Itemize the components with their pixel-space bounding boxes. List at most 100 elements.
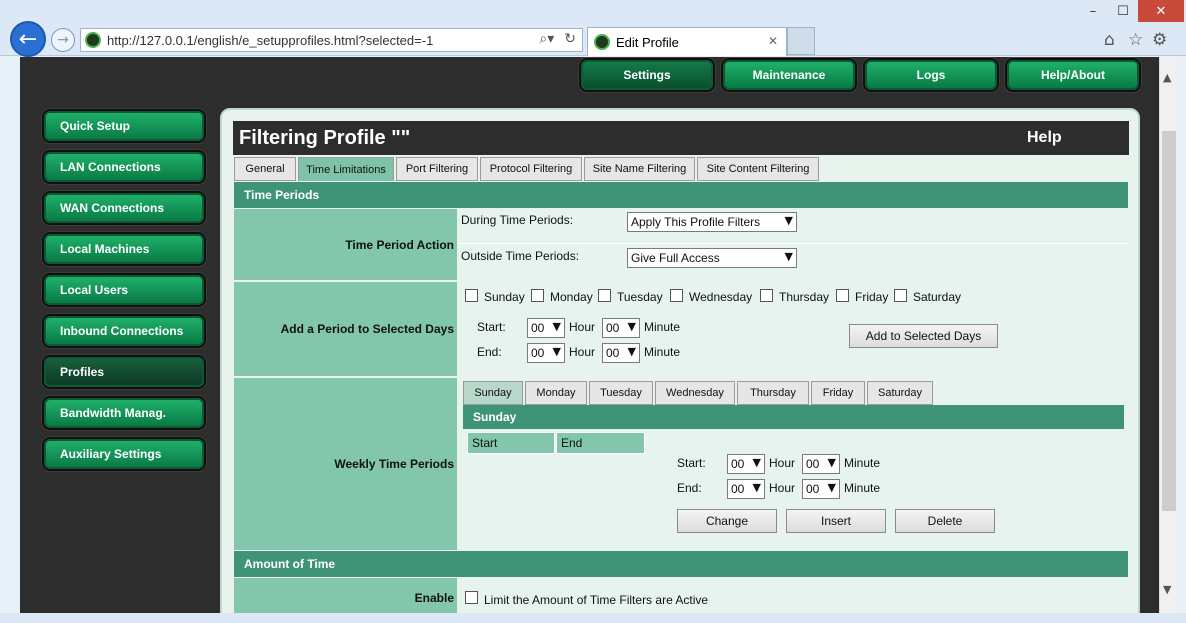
help-link[interactable]: Help <box>1027 129 1062 147</box>
during-label: During Time Periods: <box>461 213 574 227</box>
add-to-selected-days-button[interactable]: Add to Selected Days <box>849 324 998 348</box>
browser-tab[interactable]: Edit Profile ✕ <box>587 27 787 56</box>
time-period-action-cell: During Time Periods: Apply This Profile … <box>459 209 1128 280</box>
nav-maintenance[interactable]: Maintenance <box>723 60 855 90</box>
day-tab-saturday[interactable]: Saturday <box>867 381 933 405</box>
checkbox-wednesday[interactable] <box>670 289 683 302</box>
minute-label: Minute <box>644 345 681 359</box>
tab-title: Edit Profile <box>616 34 679 50</box>
gear-icon[interactable]: ⚙ <box>1152 30 1167 50</box>
tab-site-content-filtering[interactable]: Site Content Filtering <box>697 157 819 181</box>
scroll-down-icon[interactable]: ▼ <box>1163 583 1171 596</box>
hour-label: Hour <box>569 320 596 334</box>
enable-cell: Limit the Amount of Time Filters are Act… <box>459 578 1128 613</box>
home-icon[interactable]: ⌂ <box>1104 30 1115 50</box>
tab-protocol-filtering[interactable]: Protocol Filtering <box>480 157 582 181</box>
checkbox-sunday[interactable] <box>465 289 478 302</box>
site-favicon-icon <box>85 32 101 48</box>
weekly-start-minute-select[interactable]: 00 ▼ <box>802 454 840 474</box>
day-tab-monday[interactable]: Monday <box>525 381 587 405</box>
end-minute-select[interactable]: 00 ▼ <box>602 343 640 363</box>
maximize-button[interactable]: ☐ <box>1108 0 1138 22</box>
day-label: Monday <box>550 290 593 304</box>
checkbox-monday[interactable] <box>531 289 544 302</box>
profile-panel: Filtering Profile "" Help General Time L… <box>220 108 1140 613</box>
nav-logs[interactable]: Logs <box>865 60 997 90</box>
change-button[interactable]: Change <box>677 509 777 533</box>
day-tab-sunday[interactable]: Sunday <box>463 381 523 405</box>
nav-help-about[interactable]: Help/About <box>1007 60 1139 90</box>
start-hour-select[interactable]: 00 ▼ <box>527 318 565 338</box>
delete-button[interactable]: Delete <box>895 509 995 533</box>
new-tab-button[interactable] <box>787 27 815 55</box>
refresh-icon[interactable]: ↻ <box>564 31 576 47</box>
sidebar-item-lan-connections[interactable]: LAN Connections <box>44 152 204 182</box>
browser-chrome: – ☐ ✕ ← → http://127.0.0.1/english/e_set… <box>0 0 1186 57</box>
day-tab-thursday[interactable]: Thursday <box>737 381 809 405</box>
sidebar-item-quick-setup[interactable]: Quick Setup <box>44 111 204 141</box>
tab-general[interactable]: General <box>234 157 296 181</box>
sidebar-item-inbound-connections[interactable]: Inbound Connections <box>44 316 204 346</box>
search-icon[interactable]: ⌕▾ <box>539 31 554 47</box>
day-tab-friday[interactable]: Friday <box>811 381 865 405</box>
minute-label: Minute <box>844 481 881 495</box>
sidebar-item-wan-connections[interactable]: WAN Connections <box>44 193 204 223</box>
back-arrow-icon: ← <box>18 26 38 52</box>
day-tab-tuesday[interactable]: Tuesday <box>589 381 653 405</box>
day-label: Tuesday <box>617 290 663 304</box>
end-hour-select[interactable]: 00 ▼ <box>527 343 565 363</box>
day-label: Thursday <box>779 290 830 304</box>
tab-site-name-filtering[interactable]: Site Name Filtering <box>584 157 695 181</box>
sidebar-item-profiles[interactable]: Profiles <box>44 357 204 387</box>
start-minute-select[interactable]: 00 ▼ <box>602 318 640 338</box>
sidebar-item-auxiliary-settings[interactable]: Auxiliary Settings <box>44 439 204 469</box>
day-label: Saturday <box>913 290 962 304</box>
minimize-button[interactable]: – <box>1078 0 1108 22</box>
checkbox-tuesday[interactable] <box>598 289 611 302</box>
weekly-periods-cell: Sunday Monday Tuesday Wednesday Thursday… <box>459 378 1128 550</box>
limit-amount-checkbox[interactable] <box>465 591 478 604</box>
forward-button[interactable]: → <box>51 28 75 52</box>
day-tab-wednesday[interactable]: Wednesday <box>655 381 735 405</box>
weekly-end-minute-select[interactable]: 00 ▼ <box>802 479 840 499</box>
back-button[interactable]: ← <box>10 21 46 57</box>
outside-select[interactable]: Give Full Access ▼ <box>627 248 797 268</box>
tab-close-icon[interactable]: ✕ <box>768 34 778 48</box>
address-url[interactable]: http://127.0.0.1/english/e_setupprofiles… <box>107 33 433 48</box>
close-window-button[interactable]: ✕ <box>1138 0 1184 22</box>
checkbox-saturday[interactable] <box>894 289 907 302</box>
address-bar[interactable]: http://127.0.0.1/english/e_setupprofiles… <box>80 28 583 52</box>
chevron-down-icon: ▼ <box>552 320 561 333</box>
sidebar-item-local-machines[interactable]: Local Machines <box>44 234 204 264</box>
hour-label: Hour <box>769 481 796 495</box>
chevron-down-icon: ▼ <box>752 481 761 494</box>
nav-settings[interactable]: Settings <box>581 60 713 90</box>
chevron-down-icon: ▼ <box>827 481 836 494</box>
tab-port-filtering[interactable]: Port Filtering <box>396 157 478 181</box>
chevron-down-icon: ▼ <box>827 456 836 469</box>
hour-label: Hour <box>569 345 596 359</box>
insert-button[interactable]: Insert <box>786 509 886 533</box>
day-label: Sunday <box>484 290 525 304</box>
scrollbar-thumb[interactable] <box>1162 131 1176 511</box>
add-period-label: Add a Period to Selected Days <box>234 282 457 376</box>
page-scrollbar[interactable]: ▲ ▼ <box>1159 57 1177 613</box>
weekly-end-hour-select[interactable]: 00 ▼ <box>727 479 765 499</box>
sidebar-item-local-users[interactable]: Local Users <box>44 275 204 305</box>
add-period-cell: Sunday Monday Tuesday Wednesday Thursday… <box>459 282 1128 376</box>
during-select[interactable]: Apply This Profile Filters ▼ <box>627 212 797 232</box>
tab-time-limitations[interactable]: Time Limitations <box>298 157 394 181</box>
end-label: End: <box>677 481 702 495</box>
scroll-up-icon[interactable]: ▲ <box>1163 71 1171 84</box>
forward-arrow-icon: → <box>57 32 69 48</box>
favorites-star-icon[interactable]: ☆ <box>1128 30 1143 50</box>
router-admin-page: Settings Maintenance Logs Help/About Qui… <box>20 57 1159 613</box>
minute-label: Minute <box>844 456 881 470</box>
checkbox-thursday[interactable] <box>760 289 773 302</box>
checkbox-friday[interactable] <box>836 289 849 302</box>
enable-label: Enable <box>234 578 457 613</box>
page-title: Filtering Profile "" <box>239 127 411 149</box>
sidebar-item-bandwidth[interactable]: Bandwidth Manag. <box>44 398 204 428</box>
weekly-start-hour-select[interactable]: 00 ▼ <box>727 454 765 474</box>
weekly-periods-label: Weekly Time Periods <box>234 378 457 550</box>
